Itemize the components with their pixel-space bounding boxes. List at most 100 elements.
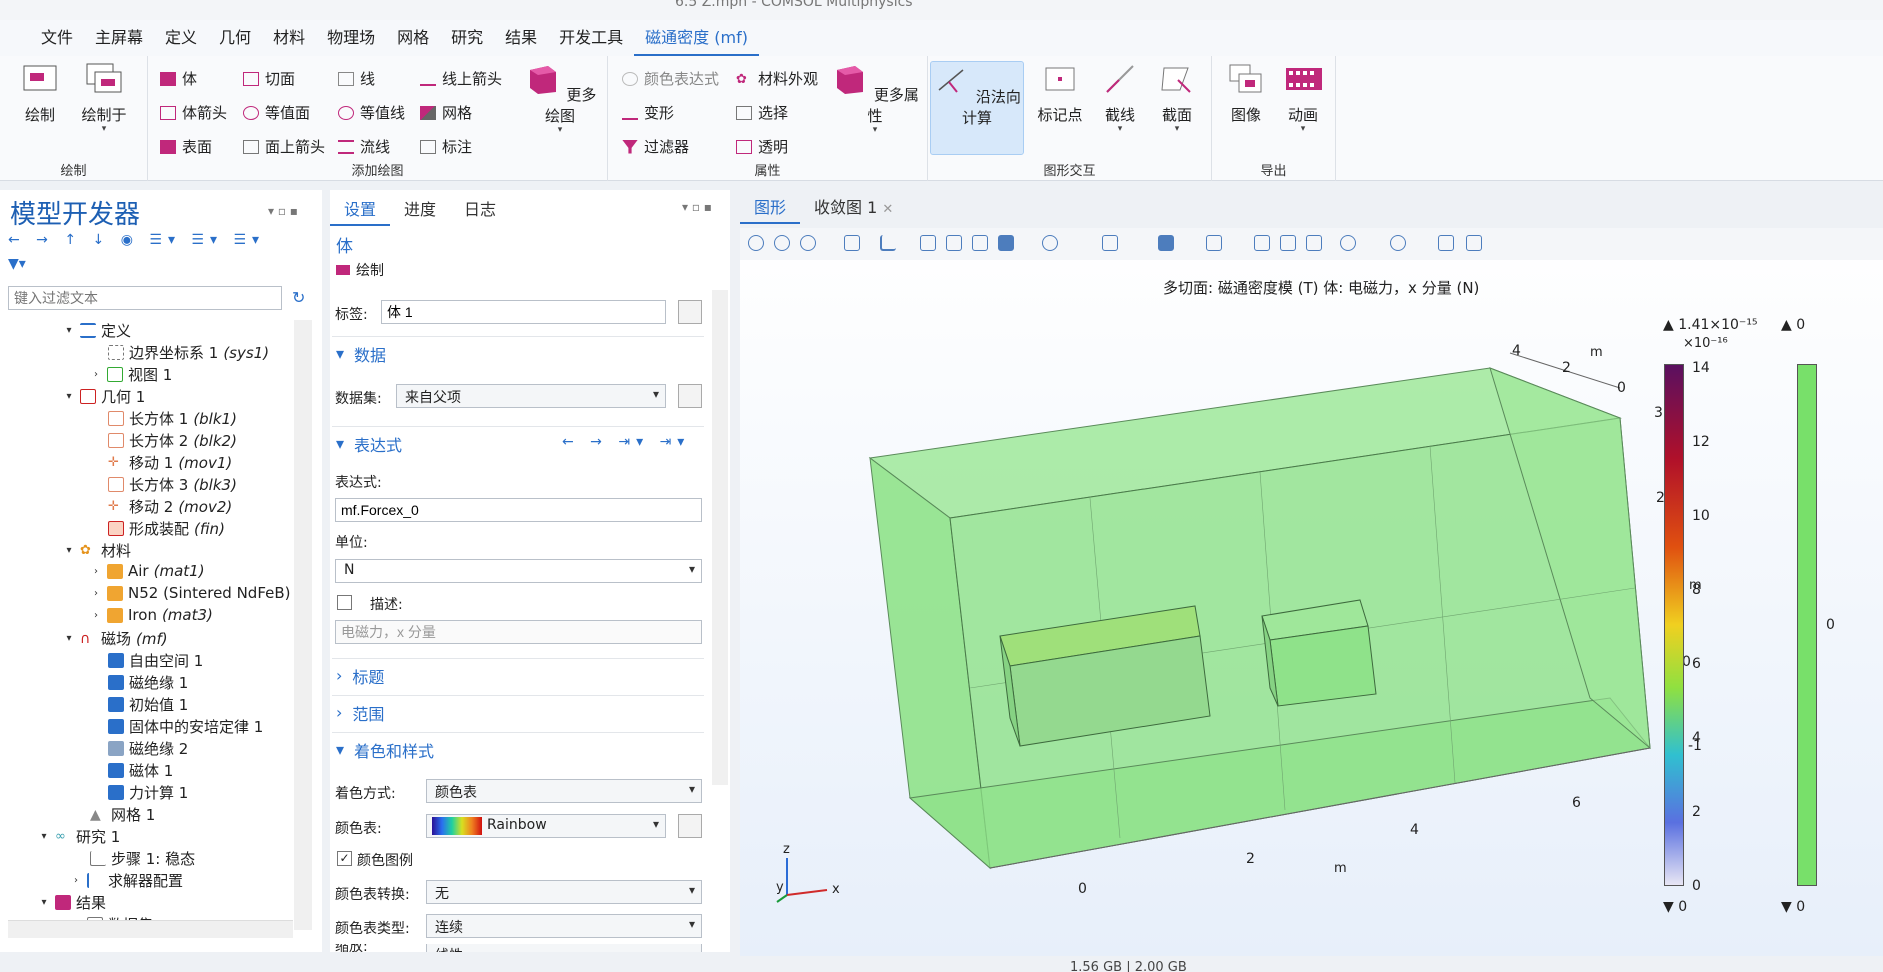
menu-geometry[interactable]: 几何 [208,20,262,56]
add-line-button[interactable]: 线 [338,68,375,89]
tab-convergence[interactable]: 收敛图 1 ✕ [800,192,907,224]
colortable-browse-icon[interactable] [678,814,702,838]
tree-node[interactable]: ▾ 几何 1 [63,386,145,407]
add-line-arrow-button[interactable]: 线上箭头 [420,68,502,89]
coloring-select[interactable]: 颜色表 [426,779,702,803]
tree-node[interactable]: ▾ ∩ 磁场 (mf) [63,628,167,649]
tree-toolbar[interactable]: ← → ↑ ↓ ◉ ☰▾ ☰▾ ☰▾ [8,232,265,248]
tree-node[interactable]: 固体中的安培定律 1 [108,716,263,737]
tree-node[interactable]: 长方体 1 (blk1) [108,408,237,429]
menu-study[interactable]: 研究 [440,20,494,56]
menu-file[interactable]: 文件 [30,20,84,56]
tree-node[interactable]: 步骤 1: 稳态 [90,848,195,869]
transparency-button[interactable]: 透明 [736,136,788,157]
scale-select[interactable]: 线性 [426,944,702,952]
panel-window-controls[interactable]: ▾ ▫ ▪ [268,204,298,218]
menu-results[interactable]: 结果 [494,20,548,56]
dataset-goto-icon[interactable] [678,384,702,408]
export-animation-button[interactable]: 动画 ▾ [1278,62,1328,134]
tree-node[interactable]: ▾ ✿ 材料 [63,540,131,561]
plot-to-button[interactable]: 绘制于 ▾ [76,62,132,134]
add-volume-arrow-button[interactable]: 体箭头 [160,102,227,123]
tree-node[interactable]: ▾ ∞ 研究 1 [38,826,120,847]
label-reset-icon[interactable] [678,300,702,324]
filter-toolbar-icon[interactable]: ▼▾ [8,256,26,272]
menu-developer[interactable]: 开发工具 [548,20,634,56]
refresh-icon[interactable]: ↻ [292,288,305,307]
point-evaluation-button[interactable]: 标记点 [1033,62,1087,125]
add-annotation-button[interactable]: 标注 [420,136,472,157]
tree-filter-input[interactable] [8,286,282,310]
menu-flux-density[interactable]: 磁通密度 (mf) [634,20,759,56]
add-isosurface-button[interactable]: 等值面 [243,102,310,123]
material-appearance-button[interactable]: ✿ 材料外观 [736,68,818,89]
tab-graphics[interactable]: 图形 [740,192,801,224]
tree-node[interactable]: 磁体 1 [108,760,173,781]
expression-toolbar[interactable]: ← → ⇥▾ ⇥▾ [562,434,690,450]
tree-node[interactable]: 自由空间 1 [108,650,203,671]
add-volume-button[interactable]: 体 [160,68,197,89]
menu-physics[interactable]: 物理场 [316,20,386,56]
settings-window-controls[interactable]: ▾ ▫ ▪ [682,200,712,214]
add-streamline-button[interactable]: 流线 [338,136,390,157]
tree-node[interactable]: ▾ 定义 [63,320,131,341]
section-title[interactable]: › 标题 [332,658,704,692]
add-mesh-button[interactable]: 网格 [420,102,472,123]
tab-settings[interactable]: 设置 [330,194,391,226]
color-expression-button[interactable]: 颜色表达式 [622,68,719,89]
tree-node[interactable]: › 求解器配置 [70,870,183,891]
unit-select[interactable]: N [335,559,702,583]
description-checkbox[interactable] [337,595,352,610]
section-data[interactable]: ▾ 数据 [332,336,704,370]
tree-node[interactable]: › Air (mat1) [90,562,205,580]
filter-button[interactable]: 过滤器 [622,136,689,157]
add-contour-button[interactable]: 等值线 [338,102,405,123]
menu-home[interactable]: 主屏幕 [84,20,154,56]
menu-definitions[interactable]: 定义 [154,20,208,56]
tree-node[interactable]: ▾ 结果 [38,892,106,913]
deformation-button[interactable]: 变形 [622,102,674,123]
tree-node[interactable]: › N52 (Sintered NdFeB) [90,584,291,602]
menu-materials[interactable]: 材料 [262,20,316,56]
tab-log[interactable]: 日志 [450,194,510,226]
type-select[interactable]: 连续 [426,914,702,938]
tree-node[interactable]: 初始值 1 [108,694,188,715]
transform-select[interactable]: 无 [426,880,702,904]
tree-node[interactable]: 形成装配 (fin) [108,518,225,539]
more-plots-button[interactable]: 更多绘图 ▾ [520,62,600,135]
selection-button[interactable]: 选择 [736,102,788,123]
tree-vertical-scrollbar[interactable] [294,320,312,930]
tree-node[interactable]: › 视图 1 [90,364,172,385]
tab-progress[interactable]: 进度 [390,194,450,226]
add-slice-button[interactable]: 切面 [243,68,295,89]
expression-input[interactable] [335,498,702,522]
description-input[interactable] [335,620,702,644]
tree-node[interactable]: 磁绝缘 1 [108,672,188,693]
plot-link[interactable]: 绘制 [336,260,384,280]
add-surface-arrow-button[interactable]: 面上箭头 [243,136,325,157]
color-legend-checkbox[interactable]: ✓ [337,851,352,866]
tree-node[interactable]: 长方体 2 (blk2) [108,430,237,451]
tree-node[interactable]: 边界坐标系 1 (sys1) [108,342,269,363]
plot-button[interactable]: 绘制 [16,62,64,125]
tree-node[interactable]: ✛ 移动 1 (mov1) [108,452,232,473]
tree-horizontal-scrollbar[interactable] [8,920,293,938]
normal-calc-button[interactable]: 沿法向计算 [930,61,1024,155]
section-range[interactable]: › 范围 [332,695,704,729]
tree-node[interactable]: › Iron (mat3) [90,606,213,624]
tree-node[interactable]: ✛ 移动 2 (mov2) [108,496,232,517]
tree-node[interactable]: 磁绝缘 2 [108,738,188,759]
settings-scrollbar[interactable] [712,290,728,785]
menu-mesh[interactable]: 网格 [386,20,440,56]
section-coloring[interactable]: ▾ 着色和样式 [332,732,704,766]
tree-node[interactable]: 力计算 1 [108,782,188,803]
label-field[interactable] [381,300,666,324]
dataset-select[interactable]: 来自父项 [396,384,666,408]
cut-plane-button[interactable]: 截面 ▾ [1150,62,1204,134]
cut-line-button[interactable]: 截线 ▾ [1096,62,1144,134]
tree-node[interactable]: ▲ 网格 1 [90,804,155,825]
more-attributes-button[interactable]: 更多属性 ▾ [830,62,920,135]
tree-node[interactable]: 长方体 3 (blk3) [108,474,237,495]
add-surface-button[interactable]: 表面 [160,136,212,157]
export-image-button[interactable]: 图像 [1222,62,1270,125]
